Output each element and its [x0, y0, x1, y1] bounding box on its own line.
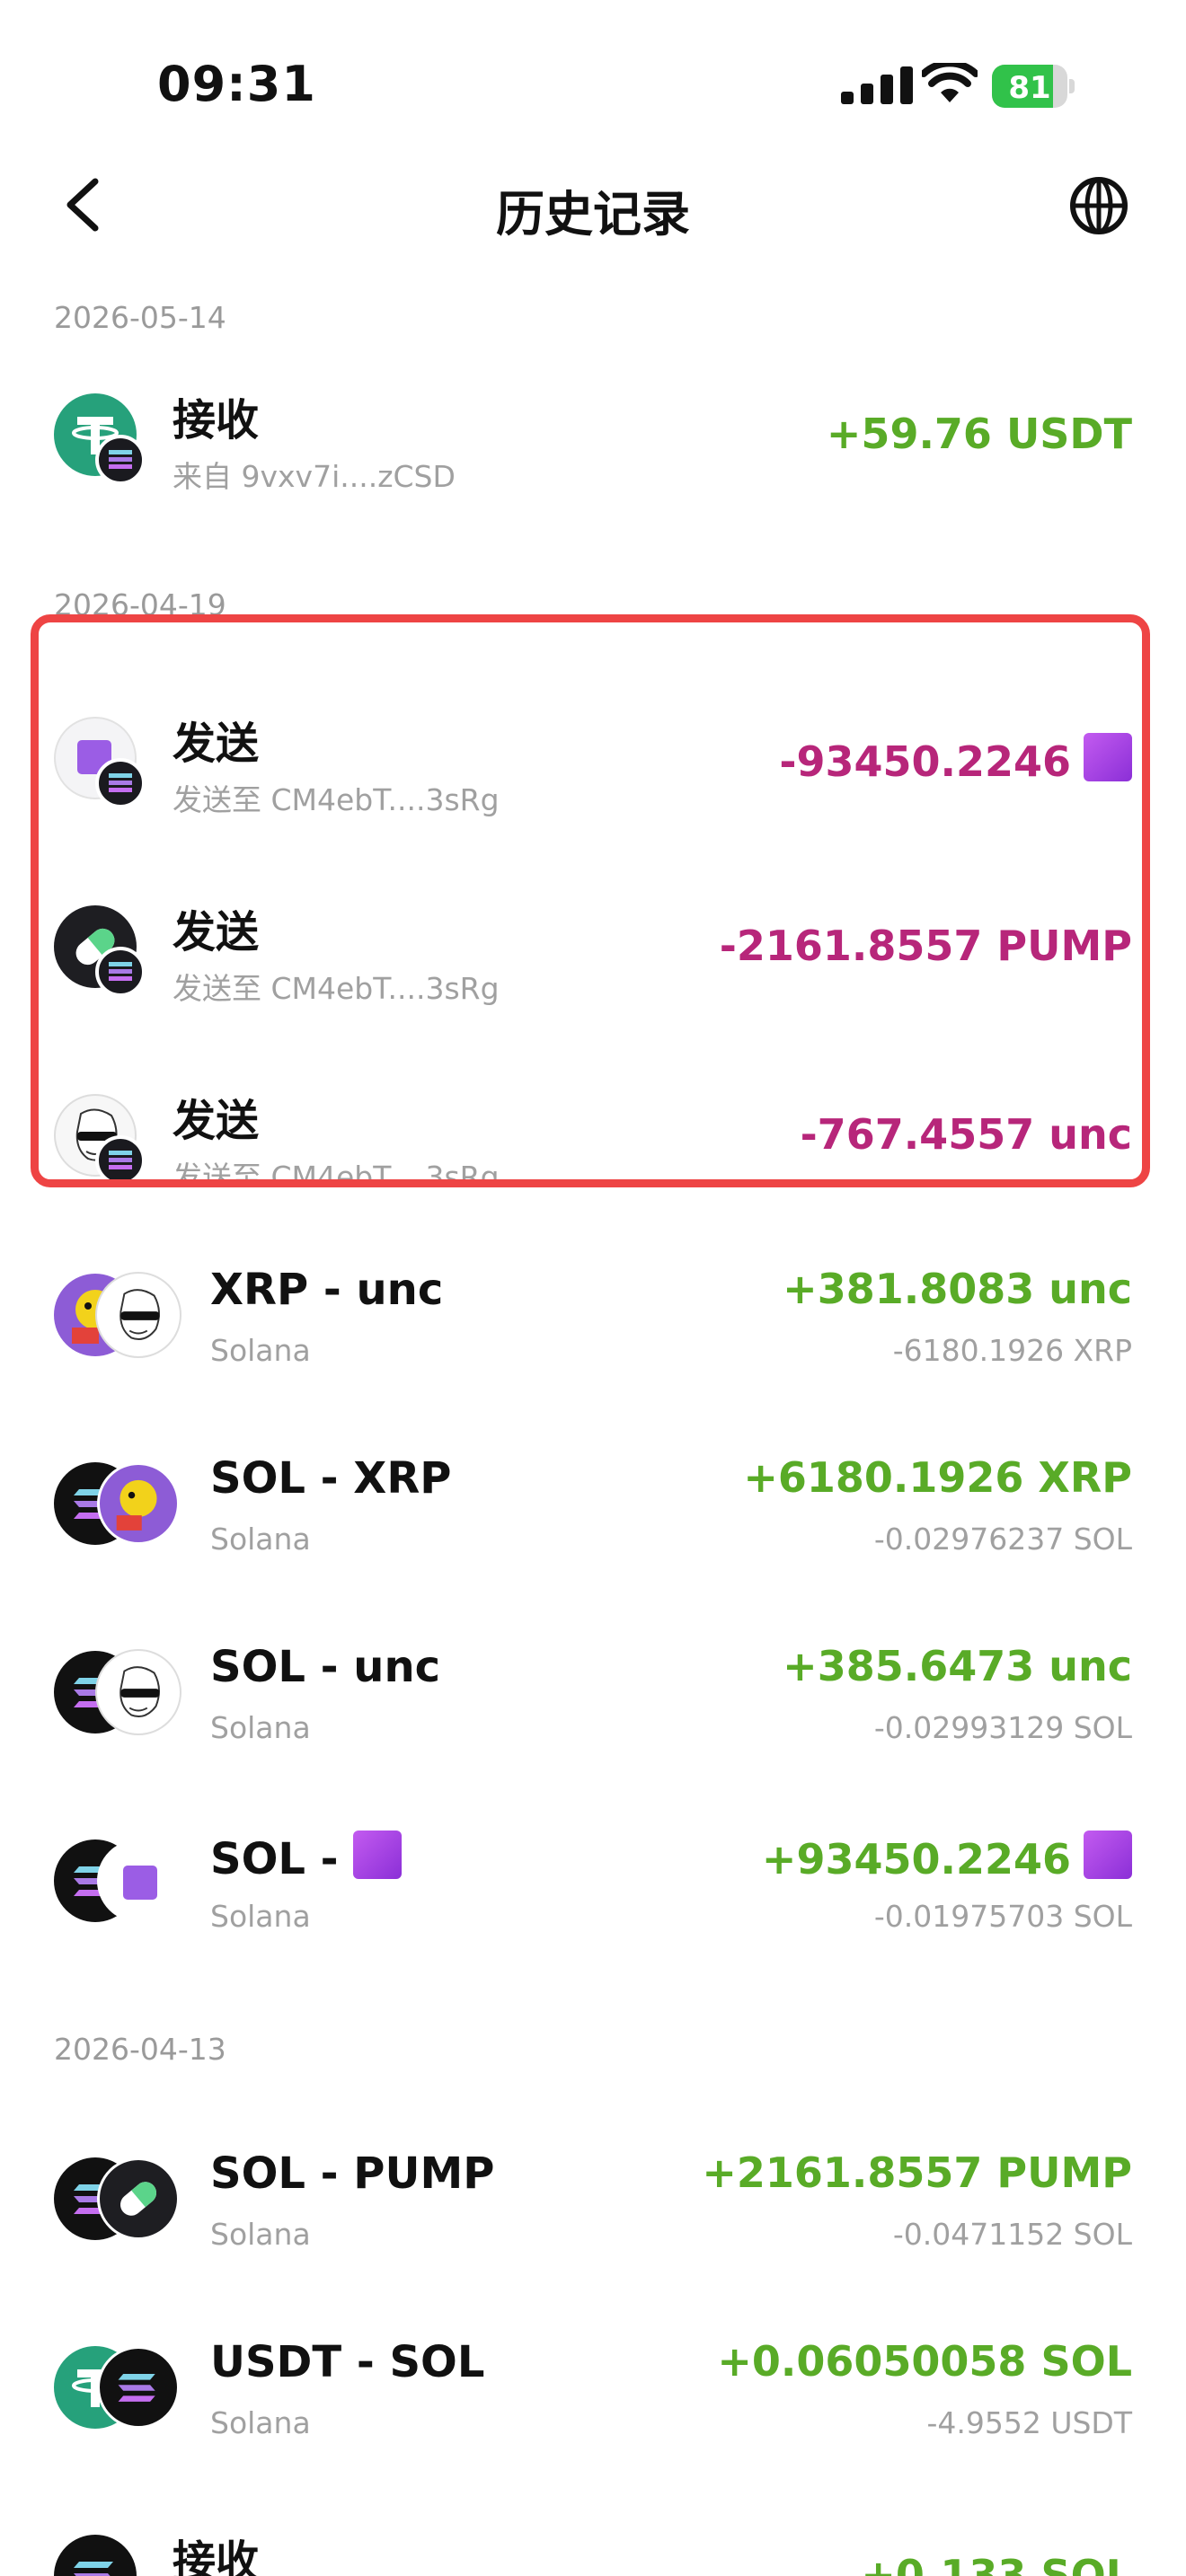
purple-square-emoji-icon: [353, 1831, 403, 1879]
tx-subtitle: Solana: [210, 1710, 311, 1745]
tx-subtitle: Solana: [210, 1899, 311, 1934]
transaction-row[interactable]: SOL - unc Solana +385.6473 unc -0.029931…: [0, 1617, 1186, 1769]
xrp-meme-icon: [97, 1462, 180, 1545]
tx-subtitle: Solana: [210, 1333, 311, 1368]
tx-sub-amount: -0.02993129 SOL: [873, 1710, 1132, 1745]
transaction-row[interactable]: 接收 +0.133 SOL: [0, 2501, 1186, 2576]
tx-amount: +93450.2246: [762, 1831, 1132, 1883]
transaction-row[interactable]: USDT - SOL Solana +0.06050058 SOL -4.955…: [0, 2312, 1186, 2465]
unc-meme-icon: [97, 1651, 180, 1734]
tx-sub-amount: -0.0471152 SOL: [892, 2217, 1132, 2252]
tx-subtitle: Solana: [210, 2405, 311, 2440]
tx-amount: +2161.8557 PUMP: [702, 2148, 1132, 2197]
solana-badge-icon: [95, 435, 146, 485]
tx-title: SOL - XRP: [210, 1453, 452, 1504]
transaction-row[interactable]: SOL - XRP Solana +6180.1926 XRP -0.02976…: [0, 1428, 1186, 1581]
page-title: 历史记录: [496, 186, 690, 243]
sol-icon: [54, 2535, 137, 2576]
tx-amount: +381.8083 unc: [783, 1265, 1132, 1313]
sol-icon: [97, 2346, 180, 2429]
purple-square-emoji-icon: [1084, 1831, 1132, 1879]
transaction-row[interactable]: XRP - unc Solana +381.8083 unc -6180.192…: [0, 1239, 1186, 1392]
tx-subtitle: Solana: [210, 1522, 311, 1557]
tx-title: SOL - unc: [210, 1642, 441, 1692]
tx-subtitle: Solana: [210, 2217, 311, 2252]
date-header: 2026-04-13: [54, 2032, 226, 2067]
tx-title: 接收: [173, 2536, 260, 2576]
status-time: 09:31: [157, 56, 316, 112]
battery-icon: 81: [992, 65, 1075, 108]
date-header: 2026-05-14: [54, 300, 226, 335]
wifi-icon: [922, 63, 978, 102]
tx-title: SOL - PUMP: [210, 2148, 495, 2199]
tx-title: USDT - SOL: [210, 2337, 485, 2387]
tx-amount: +6180.1926 XRP: [743, 1453, 1132, 1502]
transaction-row[interactable]: SOL - Solana +93450.2246 -0.01975703 SOL: [0, 1805, 1186, 1958]
tx-sub-amount: -6180.1926 XRP: [892, 1333, 1132, 1368]
tx-title-text: SOL -: [210, 1834, 354, 1884]
tx-title: XRP - unc: [210, 1265, 444, 1315]
pump-pill-icon: [97, 2157, 180, 2240]
tx-amount-value: +93450.2246: [761, 1835, 1071, 1883]
tx-sub-amount: -0.01975703 SOL: [873, 1899, 1132, 1934]
tx-amount: +0.06050058 SOL: [717, 2337, 1132, 2386]
transaction-row[interactable]: 接收 来自 9vxv7i....zCSD +59.76 USDT: [0, 359, 1186, 512]
tx-amount: +385.6473 unc: [783, 1642, 1132, 1690]
tx-sub-amount: -0.02976237 SOL: [873, 1522, 1132, 1557]
tx-title: SOL -: [210, 1831, 403, 1884]
tx-amount: +0.133 SOL: [861, 2551, 1132, 2576]
tx-sub-amount: -4.9552 USDT: [926, 2405, 1132, 2440]
purple-square-token-icon: [97, 1839, 180, 1922]
signal-icon: [841, 66, 913, 104]
unc-meme-icon: [97, 1274, 180, 1356]
tx-amount: +59.76 USDT: [826, 410, 1132, 458]
globe-icon[interactable]: [1069, 176, 1128, 235]
tx-subtitle: 来自 9vxv7i....zCSD: [173, 459, 456, 494]
battery-level: 81: [1008, 70, 1051, 106]
tx-title: 接收: [173, 395, 260, 446]
highlight-box: [31, 614, 1150, 1187]
transaction-row[interactable]: SOL - PUMP Solana +2161.8557 PUMP -0.047…: [0, 2123, 1186, 2276]
